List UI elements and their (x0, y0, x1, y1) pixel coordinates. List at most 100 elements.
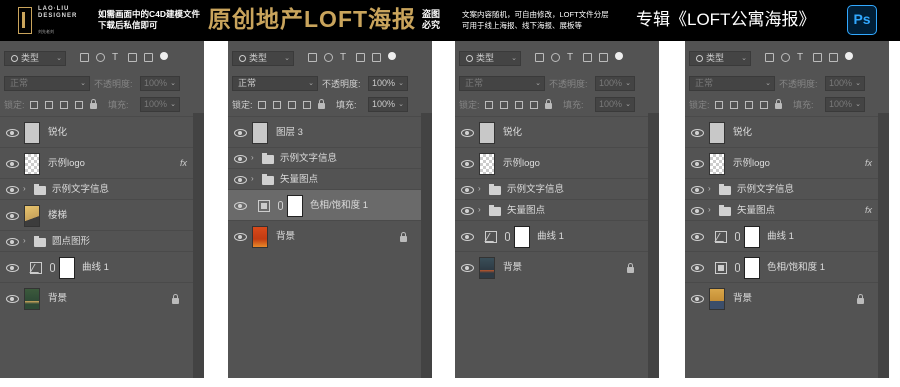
adjustment-filter-icon[interactable] (96, 53, 105, 62)
layer-mask-thumbnail[interactable] (59, 256, 75, 279)
opacity-input[interactable]: 100% ⌄ (595, 76, 635, 91)
lock-artboard-icon[interactable] (303, 101, 311, 109)
visibility-eye-icon[interactable] (6, 211, 19, 220)
expand-caret-icon[interactable]: › (708, 184, 711, 193)
layer-name[interactable]: 矢量图点 (737, 205, 775, 217)
lock-position-icon[interactable] (515, 101, 523, 109)
layer-row[interactable]: 示例logo fx (685, 147, 878, 179)
visibility-eye-icon[interactable] (461, 128, 474, 137)
image-filter-icon[interactable] (80, 53, 89, 62)
fill-input[interactable]: 100% ⌄ (368, 97, 408, 112)
lock-artboard-icon[interactable] (760, 101, 768, 109)
chevron-down-icon[interactable]: ⌄ (855, 77, 861, 90)
opacity-input[interactable]: 100% ⌄ (368, 76, 408, 91)
visibility-eye-icon[interactable] (461, 159, 474, 168)
layer-name[interactable]: 背景 (48, 293, 67, 305)
visibility-eye-icon[interactable] (691, 232, 704, 241)
layer-effects-icon[interactable]: fx (865, 205, 872, 215)
visibility-eye-icon[interactable] (234, 154, 247, 163)
layer-row[interactable]: 色相/饱和度 1 (685, 251, 878, 283)
type-filter-icon[interactable]: T (797, 53, 806, 63)
shape-filter-icon[interactable] (583, 53, 592, 62)
visibility-eye-icon[interactable] (6, 294, 19, 303)
layer-row[interactable]: 锐化 (455, 116, 648, 148)
layer-row[interactable]: 色相/饱和度 1 (228, 189, 421, 221)
filter-kind-select[interactable]: 类型 ⌄ (459, 51, 521, 66)
layer-name[interactable]: 圆点图形 (52, 236, 90, 248)
layer-name[interactable]: 背景 (733, 293, 752, 305)
visibility-eye-icon[interactable] (234, 128, 247, 137)
panel-scrollbar[interactable] (878, 113, 889, 378)
fill-input[interactable]: 100% ⌄ (140, 97, 180, 112)
filter-toggle-icon[interactable] (388, 52, 396, 60)
visibility-eye-icon[interactable] (691, 185, 704, 194)
visibility-eye-icon[interactable] (691, 128, 704, 137)
type-filter-icon[interactable]: T (567, 53, 576, 63)
lock-position-icon[interactable] (60, 101, 68, 109)
expand-caret-icon[interactable]: › (708, 205, 711, 214)
layer-row[interactable]: 背景 (0, 282, 193, 314)
visibility-eye-icon[interactable] (6, 128, 19, 137)
visibility-eye-icon[interactable] (691, 294, 704, 303)
opacity-input[interactable]: 100% ⌄ (825, 76, 865, 91)
layer-effects-icon[interactable]: fx (865, 158, 872, 168)
filter-kind-select[interactable]: 类型 ⌄ (4, 51, 66, 66)
blend-mode-select[interactable]: 正常 ⌄ (232, 76, 318, 91)
layer-row[interactable]: › 矢量图点 fx (685, 199, 878, 221)
layer-row[interactable]: 示例logo fx (0, 147, 193, 179)
blend-mode-select[interactable]: 正常 ⌄ (459, 76, 545, 91)
layer-row[interactable]: › 示例文字信息 (0, 178, 193, 200)
lock-all-icon[interactable] (318, 99, 325, 109)
visibility-eye-icon[interactable] (461, 232, 474, 241)
visibility-eye-icon[interactable] (234, 232, 247, 241)
visibility-eye-icon[interactable] (691, 263, 704, 272)
layer-row[interactable]: 背景 (228, 220, 421, 252)
shape-filter-icon[interactable] (813, 53, 822, 62)
chevron-down-icon[interactable]: ⌄ (170, 98, 176, 111)
expand-caret-icon[interactable]: › (23, 184, 26, 193)
layer-name[interactable]: 示例文字信息 (507, 184, 564, 196)
layer-row[interactable]: 锐化 (0, 116, 193, 148)
expand-caret-icon[interactable]: › (23, 236, 26, 245)
layer-row[interactable]: 曲线 1 (455, 220, 648, 252)
filter-toggle-icon[interactable] (845, 52, 853, 60)
smart-object-filter-icon[interactable] (372, 53, 381, 62)
visibility-eye-icon[interactable] (6, 263, 19, 272)
smart-object-filter-icon[interactable] (599, 53, 608, 62)
visibility-eye-icon[interactable] (461, 206, 474, 215)
lock-artboard-icon[interactable] (75, 101, 83, 109)
panel-scrollbar[interactable] (648, 113, 659, 378)
mask-link-icon[interactable] (278, 201, 283, 210)
chevron-down-icon[interactable]: ⌄ (625, 98, 631, 111)
shape-filter-icon[interactable] (128, 53, 137, 62)
layer-name[interactable]: 色相/饱和度 1 (767, 262, 825, 274)
chevron-down-icon[interactable]: ⌄ (625, 77, 631, 90)
chevron-down-icon[interactable]: ⌄ (398, 77, 404, 90)
expand-caret-icon[interactable]: › (478, 184, 481, 193)
layer-row[interactable]: 曲线 1 (0, 251, 193, 283)
layer-name[interactable]: 示例文字信息 (280, 153, 337, 165)
lock-position-icon[interactable] (288, 101, 296, 109)
expand-caret-icon[interactable]: › (251, 174, 254, 183)
layer-row[interactable]: 楼梯 (0, 199, 193, 231)
visibility-eye-icon[interactable] (234, 175, 247, 184)
layer-effects-icon[interactable]: fx (180, 158, 187, 168)
filter-kind-select[interactable]: 类型 ⌄ (232, 51, 294, 66)
layer-row[interactable]: › 圆点图形 (0, 230, 193, 252)
visibility-eye-icon[interactable] (6, 159, 19, 168)
visibility-eye-icon[interactable] (6, 185, 19, 194)
lock-transparent-icon[interactable] (715, 101, 723, 109)
layer-row[interactable]: › 矢量图点 (455, 199, 648, 221)
layer-name[interactable]: 示例logo (733, 158, 770, 170)
opacity-input[interactable]: 100% ⌄ (140, 76, 180, 91)
lock-artboard-icon[interactable] (530, 101, 538, 109)
lock-transparent-icon[interactable] (258, 101, 266, 109)
layer-name[interactable]: 图层 3 (276, 127, 303, 139)
lock-image-icon[interactable] (500, 101, 508, 109)
layer-row[interactable]: 锐化 (685, 116, 878, 148)
type-filter-icon[interactable]: T (340, 53, 349, 63)
visibility-eye-icon[interactable] (691, 159, 704, 168)
layer-name[interactable]: 曲线 1 (537, 231, 564, 243)
type-filter-icon[interactable]: T (112, 53, 121, 63)
lock-all-icon[interactable] (545, 99, 552, 109)
